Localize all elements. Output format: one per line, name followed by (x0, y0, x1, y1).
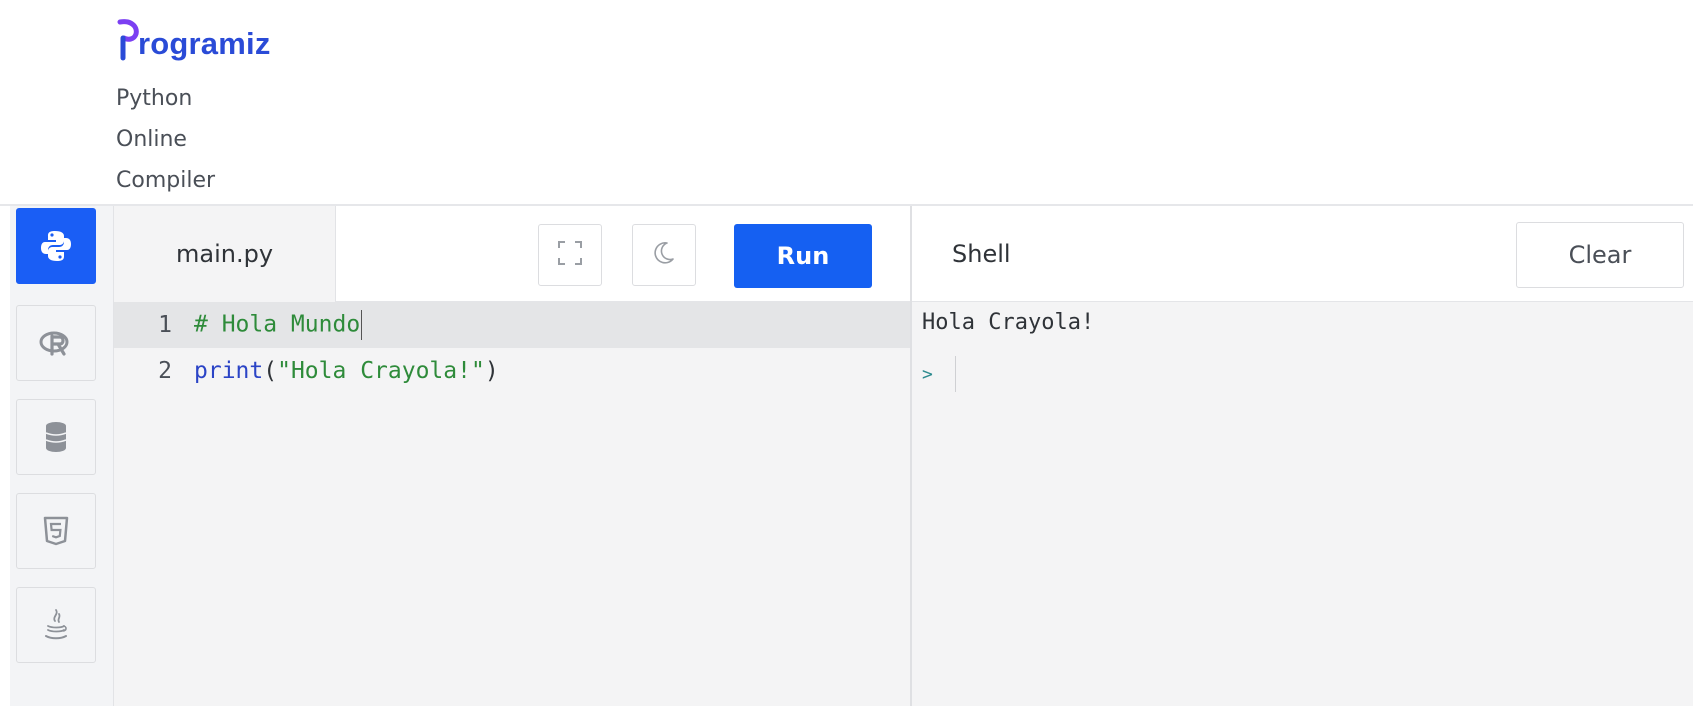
code-punctuation: ( (263, 358, 278, 384)
language-r-button[interactable] (16, 305, 96, 381)
shell-toolbar: Shell Clear (912, 206, 1693, 302)
language-sidebar (10, 206, 114, 706)
language-sql-button[interactable] (16, 399, 96, 475)
shell-prompt: > (922, 363, 933, 385)
language-html-button[interactable] (16, 493, 96, 569)
editor-toolbar: main.py Run (114, 206, 910, 302)
language-python-button[interactable] (16, 208, 96, 284)
code-punctuation: ) (484, 358, 499, 384)
language-java-button[interactable] (16, 587, 96, 663)
site-header: rogramiz Python Online Compiler (0, 0, 1693, 204)
text-cursor (361, 310, 363, 340)
fullscreen-icon (557, 240, 583, 271)
code-line[interactable]: 1 # Hola Mundo (114, 302, 910, 348)
python-icon (39, 229, 73, 263)
code-comment: # Hola Mundo (194, 311, 361, 338)
shell-input[interactable]: > (922, 354, 956, 394)
shell-cursor (954, 356, 956, 392)
line-number: 2 (158, 358, 172, 384)
shell-output: Hola Crayola! (922, 310, 1095, 335)
html5-icon (43, 516, 69, 546)
code-editor[interactable]: 1 # Hola Mundo 2 print("Hola Crayola!") (114, 302, 910, 706)
compiler-workspace: main.py Run 1 # Hola Mundo 2 print("Hola… (0, 204, 1693, 706)
tab-main-py[interactable]: main.py (114, 206, 336, 302)
moon-icon (653, 241, 675, 270)
code-builtin: print (194, 358, 264, 384)
clear-button[interactable]: Clear (1516, 222, 1684, 288)
brand-name: rogramiz (138, 26, 271, 61)
shell-panel: Shell Clear Hola Crayola! > (912, 206, 1693, 706)
theme-toggle-button[interactable] (632, 224, 696, 286)
shell-title: Shell (952, 240, 1011, 268)
code-string: "Hola Crayola!" (277, 358, 485, 384)
programiz-logo[interactable]: rogramiz (116, 12, 271, 64)
r-language-icon (39, 329, 73, 357)
code-editor-panel: main.py Run 1 # Hola Mundo 2 print("Hola… (114, 206, 912, 706)
run-button[interactable]: Run (734, 224, 872, 288)
fullscreen-button[interactable] (538, 224, 602, 286)
line-number: 1 (158, 312, 172, 338)
code-line-text: # Hola Mundo (194, 310, 363, 340)
logo-mark-icon (116, 18, 140, 64)
database-icon (44, 421, 68, 453)
code-line-text: print("Hola Crayola!") (194, 358, 499, 384)
page-title: Python Online Compiler (116, 86, 216, 193)
java-icon (43, 608, 69, 642)
code-line[interactable]: 2 print("Hola Crayola!") (114, 348, 910, 394)
